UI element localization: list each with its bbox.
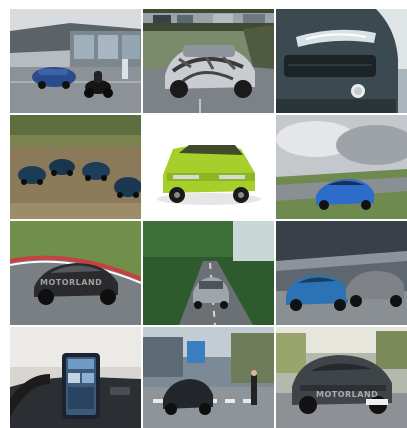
gallery-tile-10[interactable] [10,327,141,428]
gallery-tile-12[interactable]: MOTORLAND [276,327,407,428]
gallery-tile-11[interactable] [143,327,274,428]
gallery-tile-7[interactable]: MOTORLAND [10,221,141,325]
gallery-tile-6[interactable] [276,115,407,219]
gallery-tile-4[interactable] [10,115,141,219]
gallery-tile-1[interactable] [10,9,141,113]
gallery-tile-2[interactable] [143,9,274,113]
image-gallery-grid: MOTORLAND MOTORLAND [0,0,407,428]
svg-text:MOTORLAND: MOTORLAND [40,278,102,287]
svg-text:MOTORLAND: MOTORLAND [316,390,378,399]
gallery-tile-8[interactable] [143,221,274,325]
gallery-tile-5[interactable] [143,115,274,219]
gallery-tile-3[interactable] [276,9,407,113]
gallery-tile-9[interactable] [276,221,407,325]
